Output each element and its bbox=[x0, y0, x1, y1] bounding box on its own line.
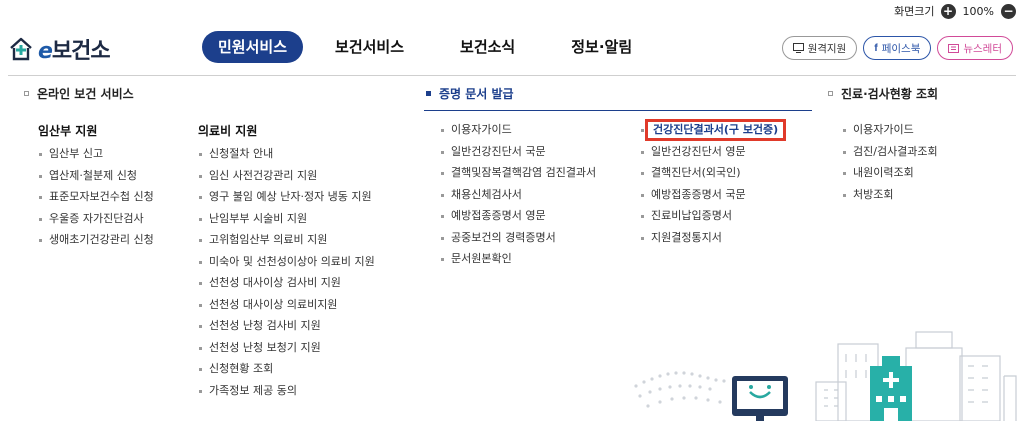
bullet-square-icon bbox=[24, 91, 29, 96]
certificate-column-1: 이용자가이드 일반건강진단서 국문 결핵및잠복결핵감염 검진결과서 채용신체검사… bbox=[440, 123, 596, 274]
section-online-title: 온라인 보건 서비스 bbox=[24, 85, 134, 102]
list-item[interactable]: 내원이력조회 bbox=[842, 166, 938, 188]
monitor-icon bbox=[792, 43, 804, 53]
main-nav: 민원서비스 보건서비스 보건소식 정보·알림 bbox=[202, 31, 660, 63]
newsletter-icon bbox=[948, 44, 960, 53]
logo-e: e bbox=[38, 39, 53, 64]
nav-health-services[interactable]: 보건서비스 bbox=[325, 31, 432, 63]
list-item[interactable]: 예방접종증명서 국문 bbox=[640, 188, 786, 210]
remote-support-label: 원격지원 bbox=[807, 42, 847, 55]
list-item[interactable]: 처방조회 bbox=[842, 188, 938, 210]
list-item[interactable]: 임산부 신고 bbox=[38, 147, 154, 169]
list-item[interactable]: 영구 불임 예상 난자·정자 냉동 지원 bbox=[198, 190, 375, 212]
list-item[interactable]: 결핵및잠복결핵감염 검진결과서 bbox=[440, 166, 596, 188]
list-item[interactable]: 선천성 대사이상 의료비지원 bbox=[198, 298, 375, 320]
pregnancy-support-head: 임산부 지원 bbox=[38, 124, 98, 138]
list-item[interactable]: 선천성 대사이상 검사비 지원 bbox=[198, 276, 375, 298]
nav-info-notice[interactable]: 정보·알림 bbox=[543, 31, 660, 63]
list-item[interactable]: 임신 사전건강관리 지원 bbox=[198, 169, 375, 191]
zoom-control: 화면크기 + 100% − bbox=[894, 3, 1016, 19]
nav-civil-services[interactable]: 민원서비스 bbox=[202, 31, 304, 63]
list-item[interactable]: 채용신체검사서 bbox=[440, 188, 596, 210]
list-item[interactable]: 일반건강진단서 영문 bbox=[640, 145, 786, 167]
highlighted-link[interactable]: 건강진단결과서(구 보건증) bbox=[645, 119, 787, 141]
list-item[interactable]: 일반건강진단서 국문 bbox=[440, 145, 596, 167]
certificate-column-2: 건강진단결과서(구 보건증) 일반건강진단서 영문 결핵진단서(외국인) 예방접… bbox=[640, 119, 787, 253]
section-exam-title: 진료·검사현황 조회 bbox=[828, 85, 938, 102]
header-divider bbox=[8, 75, 1016, 76]
list-item[interactable]: 고위험임산부 의료비 지원 bbox=[198, 233, 375, 255]
exam-column: 이용자가이드 검진/검사결과조회 내원이력조회 처방조회 bbox=[842, 123, 938, 209]
bullet-square-icon bbox=[426, 91, 431, 96]
zoom-in-button[interactable]: + bbox=[940, 3, 956, 19]
list-item[interactable]: 지원결정통지서 bbox=[640, 231, 786, 253]
list-item[interactable]: 생애초기건강관리 신청 bbox=[38, 233, 154, 255]
newsletter-label: 뉴스레터 bbox=[963, 42, 1002, 55]
medical-support-head: 의료비 지원 bbox=[198, 124, 258, 138]
zoom-value: 100% bbox=[962, 4, 994, 18]
facebook-icon: f bbox=[874, 42, 878, 54]
list-item[interactable]: 이용자가이드 bbox=[440, 123, 596, 145]
list-item[interactable]: 신청절차 안내 bbox=[198, 147, 375, 169]
list-item[interactable]: 엽산제·철분제 신청 bbox=[38, 169, 154, 191]
remote-support-button[interactable]: 원격지원 bbox=[781, 36, 858, 60]
logo-house-icon bbox=[10, 37, 32, 61]
zoom-label: 화면크기 bbox=[894, 5, 935, 18]
list-item[interactable]: 진료비납입증명서 bbox=[640, 209, 786, 231]
list-item[interactable]: 가족정보 제공 동의 bbox=[198, 384, 375, 406]
zoom-out-button[interactable]: − bbox=[1001, 3, 1016, 19]
site-logo[interactable]: e보건소 bbox=[8, 33, 111, 65]
newsletter-button[interactable]: 뉴스레터 bbox=[937, 36, 1013, 60]
pregnancy-support-column: 임산부 지원 임산부 신고 엽산제·철분제 신청 표준모자보건수첩 신청 우울증… bbox=[38, 122, 154, 255]
list-item[interactable]: 표준모자보건수첩 신청 bbox=[38, 190, 154, 212]
list-item[interactable]: 선천성 난청 보청기 지원 bbox=[198, 341, 375, 363]
list-item[interactable]: 예방접종증명서 영문 bbox=[440, 209, 596, 231]
section-certificate-underline bbox=[424, 110, 812, 111]
list-item[interactable]: 결핵진단서(외국인) bbox=[640, 166, 786, 188]
list-item[interactable]: 이용자가이드 bbox=[842, 123, 938, 145]
list-item[interactable]: 공중보건의 경력증명서 bbox=[440, 231, 596, 253]
hospital-illustration bbox=[634, 331, 1017, 421]
list-item[interactable]: 우울증 자가진단검사 bbox=[38, 212, 154, 234]
medical-support-column: 의료비 지원 신청절차 안내 임신 사전건강관리 지원 영구 불임 예상 난자·… bbox=[198, 122, 375, 405]
facebook-button[interactable]: f 페이스북 bbox=[863, 36, 932, 60]
list-item[interactable]: 문서원본확인 bbox=[440, 252, 596, 274]
list-item[interactable]: 선천성 난청 검사비 지원 bbox=[198, 319, 375, 341]
section-certificate-title: 증명 문서 발급 bbox=[426, 85, 514, 102]
header-buttons: 원격지원 f 페이스북 뉴스레터 bbox=[781, 36, 1013, 60]
list-item[interactable]: 난임부부 시술비 지원 bbox=[198, 212, 375, 234]
bullet-square-icon bbox=[828, 91, 833, 96]
facebook-label: 페이스북 bbox=[881, 42, 921, 55]
list-item[interactable]: 미숙아 및 선천성이상아 의료비 지원 bbox=[198, 255, 375, 277]
logo-title: 보건소 bbox=[51, 39, 111, 64]
nav-health-news[interactable]: 보건소식 bbox=[432, 31, 543, 63]
list-item[interactable]: 신청현황 조회 bbox=[198, 362, 375, 384]
list-item[interactable]: 검진/검사결과조회 bbox=[842, 145, 938, 167]
list-item-health-certificate[interactable]: 건강진단결과서(구 보건증) bbox=[640, 119, 787, 145]
